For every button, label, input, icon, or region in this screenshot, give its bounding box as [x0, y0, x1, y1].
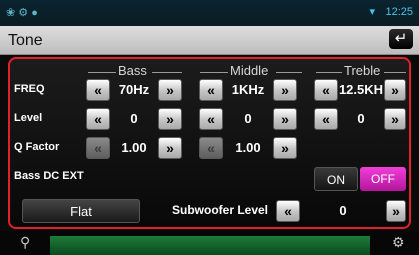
back-button[interactable]: ↵	[389, 29, 413, 49]
bass-level-up-button[interactable]: »	[158, 108, 182, 130]
middle-level-value: 0	[244, 111, 252, 126]
status-bar: ❀ ⚙ ● ▾ 12:25	[0, 0, 419, 26]
bass-freq-value: 70Hz	[118, 82, 150, 97]
subwoofer-down-button[interactable]: «	[276, 200, 300, 222]
header-rule	[152, 72, 182, 73]
middle-level-up-button[interactable]: »	[273, 108, 297, 130]
bass-freq-up-button[interactable]: »	[158, 79, 182, 101]
level-label: Level	[14, 112, 43, 124]
middle-q-up-button[interactable]: »	[273, 137, 297, 159]
q-factor-label: Q Factor	[14, 141, 60, 153]
bass-q-value: 1.00	[121, 140, 147, 155]
bass-dc-off-button[interactable]: OFF	[360, 167, 406, 191]
header-rule	[88, 72, 116, 73]
treble-level-down-button[interactable]: «	[314, 108, 338, 130]
middle-level-down-button[interactable]: «	[199, 108, 223, 130]
bass-q-up-button[interactable]: »	[158, 137, 182, 159]
source-status-strip	[50, 236, 370, 255]
bass-freq-down-button[interactable]: «	[86, 79, 110, 101]
treble-freq-value: 12.5KH	[338, 82, 384, 97]
gear-icon[interactable]: ⚙	[392, 234, 405, 251]
middle-q-value: 1.00	[235, 140, 261, 155]
column-header-treble: Treble	[344, 63, 381, 78]
column-header-bass: Bass	[118, 63, 147, 78]
back-icon: ↵	[394, 30, 408, 47]
header-rule	[200, 72, 228, 73]
subwoofer-level-label: Subwoofer Level	[172, 203, 269, 217]
subwoofer-level-value: 0	[339, 203, 347, 218]
subwoofer-up-button[interactable]: »	[386, 200, 406, 222]
header-rule	[276, 72, 302, 73]
search-icon[interactable]: ⚲	[20, 234, 30, 251]
wifi-icon: ▾	[369, 6, 375, 18]
freq-label: FREQ	[14, 83, 45, 95]
middle-freq-up-button[interactable]: »	[273, 79, 297, 101]
middle-freq-down-button[interactable]: «	[199, 79, 223, 101]
bass-level-value: 0	[130, 111, 138, 126]
treble-freq-up-button[interactable]: »	[384, 79, 406, 101]
middle-freq-value: 1KHz	[231, 82, 265, 97]
page-title: Tone	[8, 32, 43, 49]
status-time: 12:25	[385, 6, 413, 18]
treble-level-up-button[interactable]: »	[384, 108, 406, 130]
header-rule	[316, 72, 342, 73]
bass-dc-on-button[interactable]: ON	[314, 167, 358, 191]
bass-dc-ext-label: Bass DC EXT	[14, 170, 84, 182]
status-icons: ❀ ⚙ ●	[6, 7, 38, 19]
bass-q-down-button[interactable]: «	[86, 137, 110, 159]
middle-q-down-button[interactable]: «	[199, 137, 223, 159]
header-rule	[384, 72, 406, 73]
column-header-middle: Middle	[230, 63, 269, 78]
treble-level-value: 0	[357, 111, 365, 126]
bass-level-down-button[interactable]: «	[86, 108, 110, 130]
flat-button[interactable]: Flat	[22, 199, 140, 223]
title-bar: Tone ↵	[0, 26, 419, 55]
treble-freq-down-button[interactable]: «	[314, 79, 338, 101]
